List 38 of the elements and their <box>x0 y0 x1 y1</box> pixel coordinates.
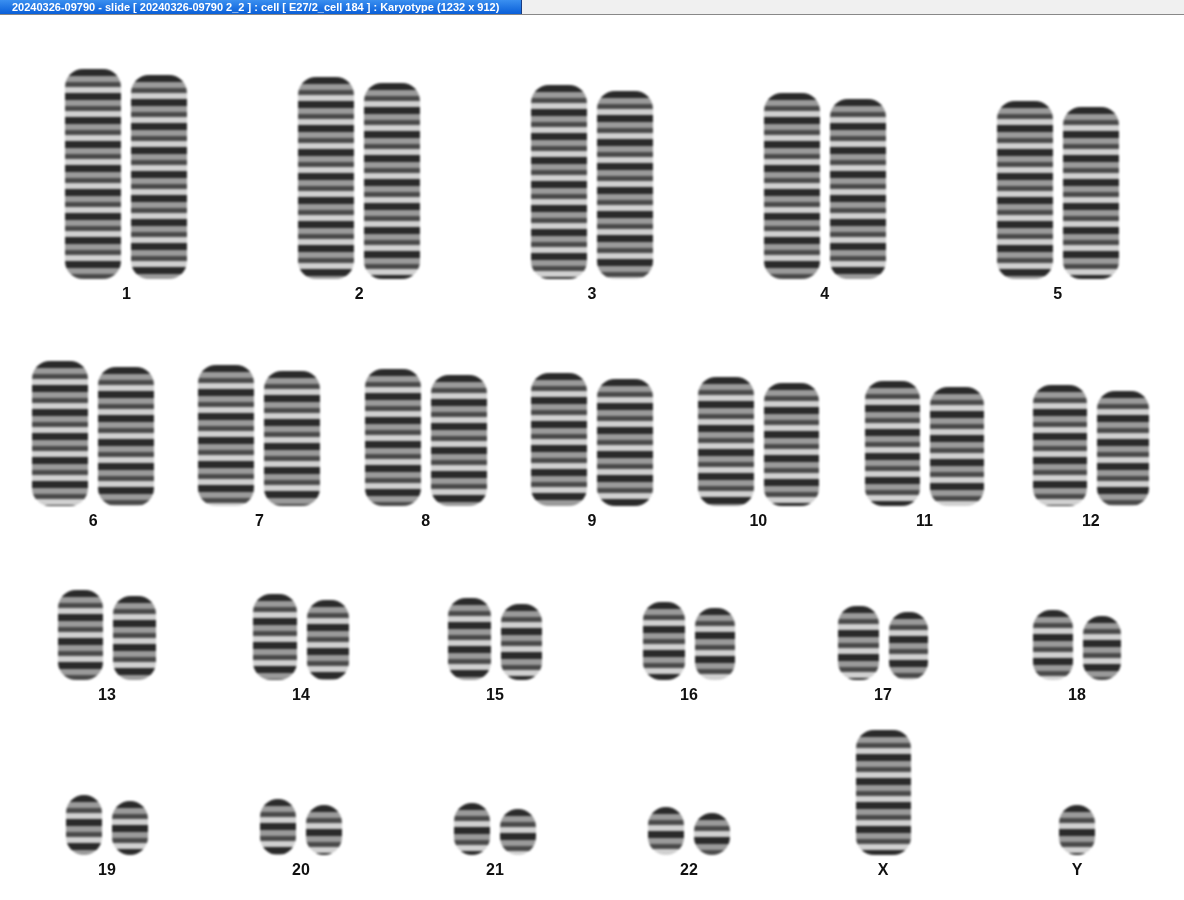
chromosome-drawing <box>65 795 103 855</box>
chromosome-label: 20 <box>292 861 310 879</box>
chromosome-label: X <box>877 861 889 879</box>
chromosome-drawing <box>454 803 490 855</box>
chromosome-label: 7 <box>254 512 264 530</box>
chromosome-drawing <box>500 809 536 855</box>
chromosome-label: 13 <box>98 686 116 704</box>
chromosome-drawing <box>1082 616 1121 680</box>
chromosome-label: 4 <box>820 285 830 303</box>
chromosome-label: 19 <box>98 861 116 879</box>
chromosome-label: 8 <box>421 512 431 530</box>
chromosome-label: 16 <box>680 686 698 704</box>
chromosome-label: 6 <box>88 512 98 530</box>
chromosome-drawing <box>888 612 928 680</box>
chromosome-drawing <box>648 807 684 855</box>
chromosome-label: 17 <box>874 686 892 704</box>
chromosome-label: 14 <box>292 686 310 704</box>
window-title: 20240326-09790 - slide [ 20240326-09790 2_2 ] : cell [ E27/2_cell 184 ] : Karyotype (1232 x 912) <box>0 0 523 14</box>
chromosome-label: 22 <box>680 861 698 879</box>
chromosome-label: 5 <box>1053 285 1063 303</box>
chromosome-drawing <box>694 608 735 680</box>
chromosome-drawing <box>694 813 730 855</box>
chromosome-label: 2 <box>354 285 364 303</box>
chromosome-drawing <box>1033 610 1073 680</box>
chromosome-label: 1 <box>121 285 131 303</box>
chromosome-label: 11 <box>916 512 933 530</box>
chromosome-label: 3 <box>587 285 597 303</box>
chromosome-label: 15 <box>486 686 504 704</box>
chromosome-drawing <box>1059 805 1095 855</box>
chromosome-label: 18 <box>1068 686 1086 704</box>
chromosome-label: 9 <box>587 512 597 530</box>
chromosome-drawing <box>306 805 342 855</box>
chromosome-drawing <box>260 799 296 855</box>
chromosome-drawing <box>112 801 149 855</box>
chromosome-label: 21 <box>486 861 504 879</box>
chromosome-label: 12 <box>1081 512 1100 530</box>
chromosome-label: 10 <box>749 512 768 530</box>
chromosome-label: Y <box>1071 861 1083 879</box>
